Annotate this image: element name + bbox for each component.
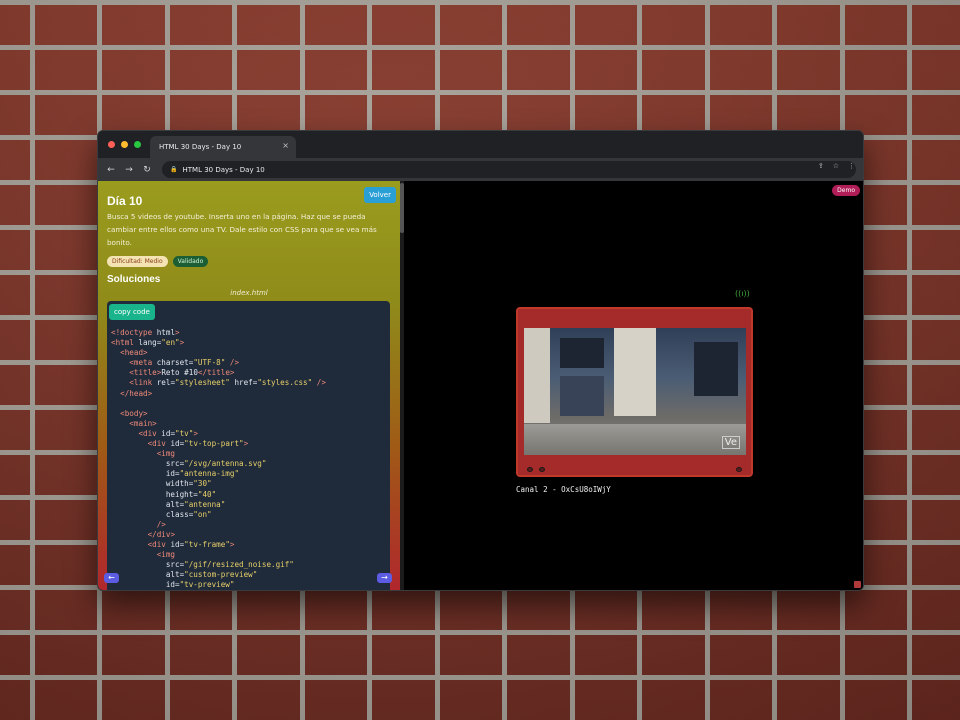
toolbar-actions: ⇪ ☆ ⋮ [818, 162, 855, 170]
difficulty-badge: Dificultad: Medio [107, 256, 168, 267]
reload-icon[interactable]: ↻ [138, 165, 156, 175]
code-text: <!doctype html> <html lang="en"> <head> <… [111, 328, 390, 590]
tv-buttons [525, 467, 744, 473]
browser-window: HTML 30 Days - Day 10 × ← → ↻ 🔒 HTML 30 … [97, 130, 864, 591]
video-frame-window-right [694, 342, 738, 396]
code-line: <body> [120, 408, 148, 418]
code-line: alt="custom-preview" [111, 570, 258, 580]
close-window-button[interactable] [108, 141, 115, 148]
video-frame-door [560, 376, 604, 416]
title-bar: HTML 30 Days - Day 10 × [98, 131, 863, 158]
back-icon[interactable]: ← [102, 165, 120, 175]
address-text: HTML 30 Days - Day 10 [182, 165, 265, 174]
code-line: <main> [129, 418, 157, 428]
badge-group: Dificultad: Medio Validado [107, 256, 209, 267]
browser-tab[interactable]: HTML 30 Days - Day 10 × [150, 136, 296, 158]
code-block[interactable]: copy code <!doctype html> <html lang="en"… [107, 301, 390, 590]
code-line: /> [156, 519, 166, 529]
code-line: <div id="tv"> [138, 428, 198, 438]
file-name-label: index.html [230, 289, 268, 297]
share-icon[interactable]: ⇪ [818, 162, 824, 170]
code-line: <link rel="stylesheet" href="styles.css"… [129, 378, 326, 388]
video-frame-window [560, 338, 604, 368]
window-controls [108, 141, 141, 148]
menu-icon[interactable]: ⋮ [848, 162, 855, 170]
tv-frame: Ve [516, 307, 753, 477]
code-line: <meta charset="UTF-8" /> [129, 358, 240, 368]
challenge-description: Busca 5 videos de youtube. Inserta uno e… [107, 212, 377, 247]
code-line: <div id="tv-frame"> [147, 539, 235, 549]
solutions-heading: Soluciones [107, 274, 161, 285]
code-line: <html lang="en"> [111, 338, 185, 348]
code-line: <div id="tv-top-part"> [147, 439, 249, 449]
browser-toolbar: ← → ↻ 🔒 HTML 30 Days - Day 10 ⇪ ☆ ⋮ [98, 158, 863, 181]
forward-icon[interactable]: → [120, 165, 138, 175]
page-content: Volver Día 10 Busca 5 videos de youtube.… [98, 181, 863, 590]
demo-preview: Demo ((ı)) Ve Canal 2 - OxCsU8oIWjY [404, 181, 863, 590]
previous-day-button[interactable]: ← [104, 573, 119, 583]
channel-logo: Ve [721, 436, 740, 449]
code-line: </head> [120, 388, 153, 398]
volver-button[interactable]: Volver [364, 187, 396, 203]
code-line: <img [156, 550, 176, 560]
tv-next-button[interactable] [736, 467, 742, 472]
tv-power-button[interactable] [527, 467, 533, 472]
channel-caption: Canal 2 - OxCsU8oIWjY [516, 485, 611, 494]
code-line: <title>Reto #10</title> [129, 368, 235, 378]
code-line: <!doctype html> [111, 328, 180, 337]
tv-channel-button[interactable] [539, 467, 545, 472]
tab-close-icon[interactable]: × [282, 141, 289, 150]
code-line: height="40" [111, 489, 217, 499]
challenge-panel: Volver Día 10 Busca 5 videos de youtube.… [98, 181, 400, 590]
tab-title: HTML 30 Days - Day 10 [159, 143, 242, 151]
code-line: class="on" [111, 509, 212, 519]
code-line: </div> [147, 529, 176, 539]
star-icon[interactable]: ☆ [833, 162, 839, 170]
code-line: id="antenna-img" [111, 469, 240, 479]
code-line: src="/svg/antenna.svg" [111, 459, 267, 469]
tv-screen-video[interactable]: Ve [524, 328, 746, 455]
antenna-icon[interactable]: ((ı)) [735, 289, 750, 298]
copy-code-button[interactable]: copy code [109, 304, 155, 320]
code-line: src="/gif/resized_noise.gif" [111, 560, 294, 570]
demo-badge[interactable]: Demo [832, 185, 860, 196]
code-line: <img [156, 449, 176, 459]
video-frame-building [524, 328, 550, 423]
status-badge: Validado [172, 256, 209, 267]
code-line: alt="antenna" [111, 499, 226, 509]
video-frame-facade [614, 328, 656, 416]
code-line: width="30" [111, 479, 212, 489]
minimize-window-button[interactable] [121, 141, 128, 148]
video-frame-street [524, 424, 746, 455]
code-line: id="tv-preview" [111, 580, 235, 590]
next-day-button[interactable]: → [377, 573, 392, 583]
lock-icon: 🔒 [170, 166, 178, 173]
maximize-window-button[interactable] [134, 141, 141, 148]
code-line: <head> [120, 348, 148, 358]
address-bar[interactable]: 🔒 HTML 30 Days - Day 10 [162, 161, 856, 178]
page-title: Día 10 [107, 194, 143, 208]
corner-badge-icon[interactable] [854, 581, 861, 588]
